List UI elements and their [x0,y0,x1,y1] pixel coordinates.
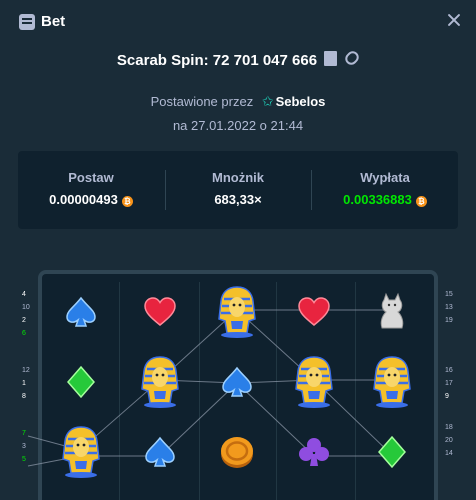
payline-number: 13 [445,304,453,311]
payline-numbers-left: 7 3 5 [22,427,26,466]
symbol-pharaoh [140,355,180,414]
username-link[interactable]: Sebelos [276,94,326,109]
copy-icon[interactable] [324,51,338,66]
bitcoin-icon: ₿ [121,196,133,207]
payline-number: 10 [22,304,30,311]
symbol-pharaoh [372,355,412,414]
payline-number: 4 [22,291,26,298]
modal-header: Bet [0,0,476,44]
placed-by-row: Postawione przez ✩ Sebelos [0,93,476,110]
payline-number: 14 [445,450,453,457]
payline-number: 9 [445,393,449,400]
symbol-spade [63,294,99,335]
symbol-spade [219,364,255,405]
payline-number: 8 [22,393,26,400]
payline-numbers-right: 15 13 19 [445,288,453,327]
stat-multiplier-value: 683,33× [214,192,262,207]
payline-number: 5 [22,456,26,463]
stat-payout-value-row: 0.00336883 ₿ [312,192,458,207]
symbol-cat [374,292,410,337]
symbol-diamond [63,364,99,405]
stat-bet-value-row: 0.00000493 ₿ [18,192,164,207]
symbol-heart [142,294,178,335]
payline-numbers-right: 18 20 14 [445,421,453,460]
payline-number: 17 [445,380,453,387]
stat-payout-label: Wypłata [360,170,410,185]
bet-list-icon [19,14,35,30]
payline-numbers-left: 12 1 8 [22,364,30,403]
stat-bet-value: 0.00000493 [49,192,118,207]
payline-number: 1 [22,380,26,387]
stat-bet: Postaw 0.00000493 ₿ [18,151,164,229]
payline-number: 16 [445,367,453,374]
reel-divider [276,282,277,500]
close-icon[interactable] [446,12,462,28]
stat-bet-label: Postaw [68,170,114,185]
bitcoin-icon: ₿ [415,196,427,207]
symbol-diamond [374,434,410,475]
payline-number: 12 [22,367,30,374]
stat-payout-value: 0.00336883 [343,192,412,207]
payline-number: 2 [22,317,26,324]
reel-divider [119,282,120,500]
bet-date: na 27.01.2022 o 21:44 [172,118,304,133]
star-icon: ✩ [261,93,274,109]
modal-title: Bet [41,13,66,30]
stat-multiplier-label: Mnożnik [212,170,264,185]
stat-multiplier: Mnożnik 683,33× [165,151,311,229]
payline-number: 19 [445,317,453,324]
symbol-coin [217,432,257,477]
symbol-spade [142,434,178,475]
symbol-club [296,434,332,475]
payline-number: 3 [22,443,26,450]
reel-divider [199,282,200,500]
bet-stats-panel: Postaw 0.00000493 ₿ Mnożnik 683,33× Wypła… [18,151,458,229]
placed-by-label: Postawione przez [150,94,254,109]
symbol-pharaoh [61,425,101,484]
link-icon[interactable] [342,48,362,68]
game-id: Scarab Spin: 72 701 047 666 [116,52,318,69]
payline-number: 20 [445,437,453,444]
payline-number: 18 [445,424,453,431]
symbol-pharaoh [217,285,257,344]
payline-number: 7 [22,430,26,437]
payline-number: 15 [445,291,453,298]
symbol-heart [296,294,332,335]
payline-numbers-left: 4 10 2 6 [22,288,30,340]
stat-payout: Wypłata 0.00336883 ₿ [312,151,458,229]
reel-divider [355,282,356,500]
game-id-row: Scarab Spin: 72 701 047 666 [0,48,476,69]
payline-number: 6 [22,330,26,337]
symbol-pharaoh [294,355,334,414]
payline-numbers-right: 16 17 9 [445,364,453,403]
